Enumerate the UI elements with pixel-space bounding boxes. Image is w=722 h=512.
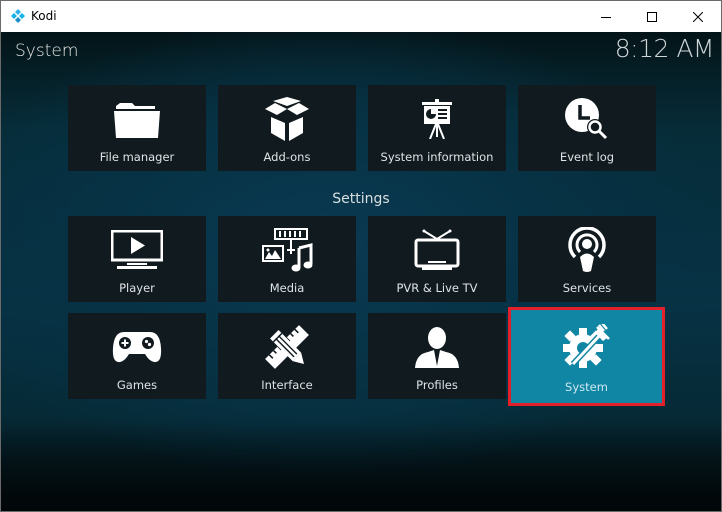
broadcast-person-icon xyxy=(518,226,656,274)
minimize-button[interactable] xyxy=(583,1,629,32)
tile-label: Games xyxy=(116,378,158,392)
page-title: System xyxy=(15,41,79,61)
clock: 8:12 AM xyxy=(614,34,715,63)
clock-search-icon xyxy=(518,95,656,143)
tile-event-log[interactable]: Event log xyxy=(518,85,656,171)
kodi-main-area: System 8:12 AM File manager Add-ons Syst… xyxy=(1,32,721,511)
maximize-button[interactable] xyxy=(629,1,675,32)
presentation-board-icon xyxy=(368,95,506,143)
tile-pvr-live-tv[interactable]: PVR & Live TV xyxy=(368,216,506,302)
tile-profiles[interactable]: Profiles xyxy=(368,313,506,399)
folder-icon xyxy=(68,95,206,143)
ruler-pencil-icon xyxy=(218,323,356,371)
tile-player[interactable]: Player xyxy=(68,216,206,302)
close-button[interactable] xyxy=(675,1,721,32)
kodi-window: Kodi System 8:12 AM File manager Add-ons… xyxy=(0,0,722,512)
tile-system-information[interactable]: System information xyxy=(368,85,506,171)
tile-interface[interactable]: Interface xyxy=(218,313,356,399)
tile-media[interactable]: Media xyxy=(218,216,356,302)
person-icon xyxy=(368,323,506,371)
tile-label: Interface xyxy=(261,378,313,392)
tile-services[interactable]: Services xyxy=(518,216,656,302)
settings-heading: Settings xyxy=(332,191,390,207)
close-icon xyxy=(693,11,703,22)
tile-label: PVR & Live TV xyxy=(396,281,478,295)
media-film-photo-music-icon xyxy=(218,226,356,274)
title-bar: Kodi xyxy=(1,1,721,32)
tv-antenna-icon xyxy=(368,226,506,274)
tile-add-ons[interactable]: Add-ons xyxy=(218,85,356,171)
kodi-logo-icon xyxy=(11,9,25,23)
tile-label: Profiles xyxy=(416,378,458,392)
tile-games[interactable]: Games xyxy=(68,313,206,399)
window-title: Kodi xyxy=(31,9,57,23)
tile-label: Player xyxy=(119,281,155,295)
tile-label: Services xyxy=(562,281,612,295)
tile-label: Media xyxy=(269,281,305,295)
tile-label: System information xyxy=(380,150,494,164)
tile-file-manager[interactable]: File manager xyxy=(68,85,206,171)
tile-label: Event log xyxy=(559,150,615,164)
gamepad-icon xyxy=(68,323,206,371)
tile-label: File manager xyxy=(99,150,175,164)
open-box-icon xyxy=(218,95,356,143)
maximize-icon xyxy=(647,11,657,22)
tile-label: System xyxy=(565,380,608,394)
tile-label: Add-ons xyxy=(263,150,311,164)
minimize-icon xyxy=(601,16,611,18)
tile-system[interactable]: System xyxy=(508,307,665,406)
monitor-play-icon xyxy=(68,226,206,274)
gear-wrench-icon xyxy=(511,323,662,371)
